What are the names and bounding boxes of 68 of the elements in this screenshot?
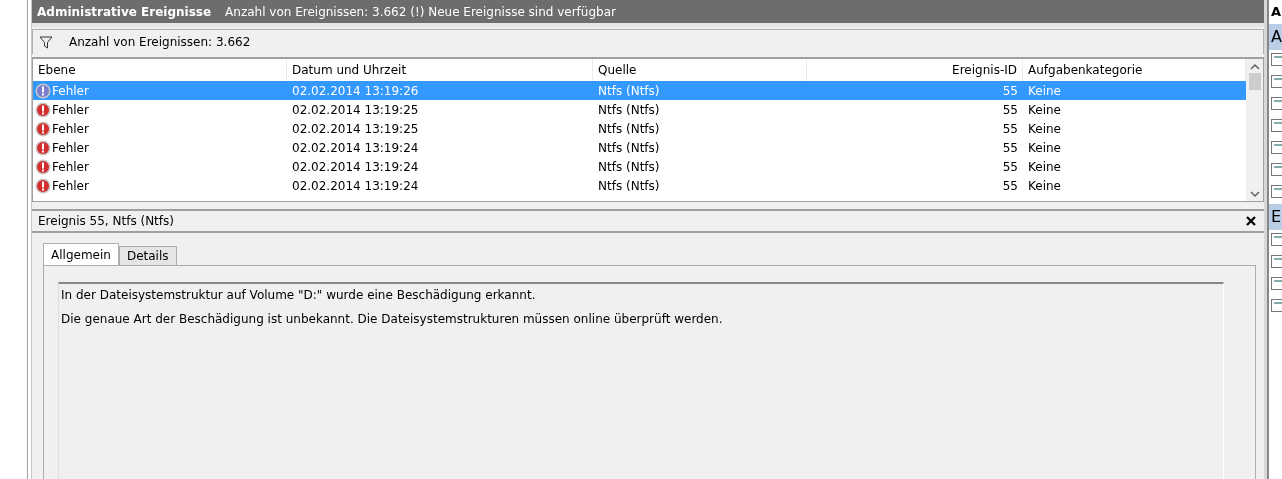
action-icon[interactable]	[1271, 75, 1282, 88]
table-cell-text: Ntfs (Ntfs)	[597, 82, 661, 100]
table-cell-text: Ntfs (Ntfs)	[597, 139, 661, 157]
pane-title: A	[1270, 3, 1282, 21]
action-icon[interactable]	[1271, 277, 1282, 290]
table-cell-text: Keine	[1027, 139, 1062, 157]
table-cell: Fehler	[52, 83, 89, 98]
action-icon[interactable]	[1271, 53, 1282, 66]
tab[interactable]: Details	[118, 246, 177, 265]
table-cell-text: Ntfs (Ntfs)	[597, 120, 661, 138]
table-cell-text: Keine	[1027, 82, 1062, 100]
action-icon[interactable]	[1271, 119, 1282, 132]
action-icon[interactable]	[1271, 299, 1282, 312]
view-subtitle: Anzahl von Ereignissen: 3.662 (!) Neue Ereignisse sind verfügbar	[225, 4, 616, 19]
table-cell-text: Keine	[1027, 120, 1062, 138]
event-row[interactable]: Fehler 02.02.2014 13:19:25 Ntfs (Ntfs) 55 Keine	[33, 100, 1246, 119]
section-header[interactable]: A	[1269, 24, 1282, 50]
view-title: Administrative Ereignisse	[37, 4, 212, 19]
event-row[interactable]: Fehler 02.02.2014 13:19:24 Ntfs (Ntfs) 55 Keine	[33, 138, 1246, 157]
event-row[interactable]: Fehler 02.02.2014 13:19:24 Ntfs (Ntfs) 55 Keine	[33, 176, 1246, 195]
error-icon	[35, 139, 51, 156]
scroll-down-icon[interactable]	[1249, 190, 1260, 198]
table-cell-text: 55	[1001, 177, 1019, 195]
table-cell: Fehler	[52, 178, 89, 193]
description-text: Die genaue Art der Beschädigung ist unbekannt. Die Dateisystemstrukturen müssen online überprüft werden.	[61, 312, 724, 326]
filter-icon	[39, 35, 53, 49]
event-row[interactable]: Fehler 02.02.2014 13:19:24 Ntfs (Ntfs) 55 Keine	[33, 157, 1246, 176]
table-cell-text: Keine	[1027, 177, 1062, 195]
table-cell-text: Ntfs (Ntfs)	[597, 177, 661, 195]
table-cell: Fehler	[52, 140, 89, 155]
action-icon[interactable]	[1271, 163, 1282, 176]
table-cell: Fehler	[52, 159, 89, 174]
table-cell-text: 02.02.2014 13:19:24	[291, 158, 420, 176]
action-icon[interactable]	[1271, 97, 1282, 110]
table-cell-text: 02.02.2014 13:19:25	[291, 120, 420, 138]
description-text: In der Dateisystemstruktur auf Volume "D:" wurde eine Beschädigung erkannt.	[61, 288, 537, 302]
alert-icon	[35, 82, 51, 99]
error-icon	[35, 177, 51, 194]
table-cell: Fehler	[52, 121, 89, 136]
table-cell-text: 55	[1001, 139, 1019, 157]
table-cell-text: 55	[1001, 120, 1019, 138]
scroll-up-icon[interactable]	[1249, 63, 1260, 71]
table-cell-text: 02.02.2014 13:19:25	[291, 101, 420, 119]
table-cell-text: 55	[1001, 158, 1019, 176]
table-cell: Fehler	[52, 102, 89, 117]
error-icon	[35, 101, 51, 118]
action-icon[interactable]	[1271, 255, 1282, 268]
section-header[interactable]: E	[1269, 204, 1282, 230]
table-cell-text: 02.02.2014 13:19:24	[291, 139, 420, 157]
table-cell-text: 02.02.2014 13:19:26	[291, 82, 420, 100]
scroll-thumb[interactable]	[1248, 73, 1261, 90]
action-icon[interactable]	[1271, 185, 1282, 198]
table-cell-text: Ntfs (Ntfs)	[597, 158, 661, 176]
table-cell-text: 55	[1001, 101, 1019, 119]
error-icon	[35, 158, 51, 175]
error-icon	[35, 120, 51, 137]
table-cell-text: 02.02.2014 13:19:24	[291, 177, 420, 195]
action-icon[interactable]	[1271, 141, 1282, 154]
table-cell-text: Keine	[1027, 158, 1062, 176]
event-row[interactable]: Fehler 02.02.2014 13:19:25 Ntfs (Ntfs) 55 Keine	[33, 119, 1246, 138]
detail-title: Ereignis 55, Ntfs (Ntfs)	[38, 214, 174, 228]
table-cell-text: Keine	[1027, 101, 1062, 119]
table-cell-text: Ntfs (Ntfs)	[597, 101, 661, 119]
scrollbar[interactable]	[1246, 59, 1263, 201]
table-cell-text: 55	[1001, 82, 1019, 100]
tab[interactable]: Allgemein	[43, 243, 119, 265]
action-icon[interactable]	[1271, 233, 1282, 246]
event-count: Anzahl von Ereignissen: 3.662	[69, 35, 251, 49]
